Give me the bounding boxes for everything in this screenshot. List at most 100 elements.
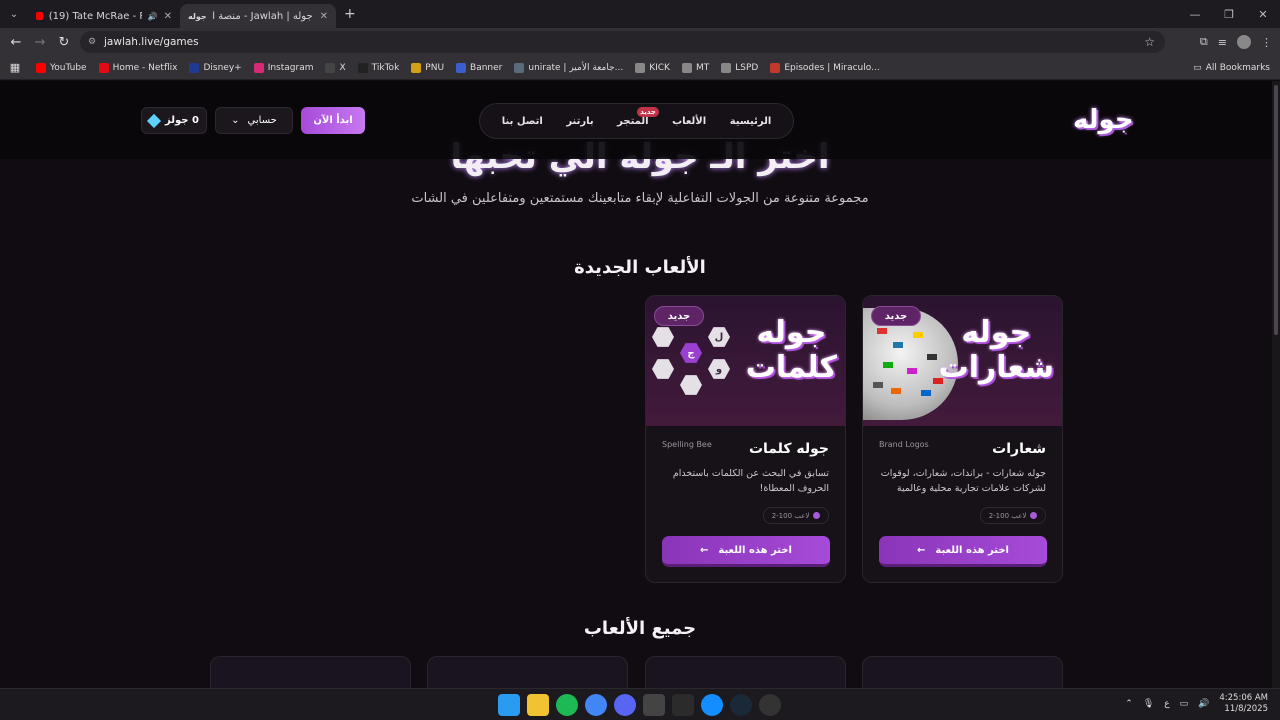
bookmark-item[interactable]: MT <box>676 62 715 73</box>
url-text: jawlah.live/games <box>104 36 199 48</box>
game-card-preview[interactable] <box>427 656 628 688</box>
page-content: جوله الرئيسية الألعاب جديد المتجر بارتنر… <box>0 81 1280 688</box>
minimize-icon[interactable]: — <box>1178 8 1212 21</box>
nav-store-label: المتجر <box>617 115 649 127</box>
coins-balance[interactable]: 0 جولز <box>141 107 207 134</box>
extensions-icon[interactable]: ⧉ <box>1200 35 1208 49</box>
xbox-icon[interactable] <box>643 694 665 716</box>
tab-search-icon[interactable]: ⌄ <box>0 9 28 20</box>
microphone-icon[interactable]: 🎙 <box>1143 699 1154 709</box>
forward-icon[interactable]: → <box>28 35 52 50</box>
start-icon[interactable] <box>498 694 520 716</box>
steam-icon[interactable] <box>730 694 752 716</box>
game-card-words[interactable]: ل ج و ة جوله كلمات جديد جوله كلمات Spell… <box>645 295 846 583</box>
clock[interactable]: 4:25:06 AM 11/8/2025 <box>1219 693 1268 715</box>
arrow-icon: ← <box>917 544 926 556</box>
bookmark-item[interactable]: X <box>319 62 351 73</box>
menu-icon[interactable]: ⋮ <box>1261 36 1272 49</box>
thumb-title: جوله شعارات <box>938 315 1054 385</box>
close-window-icon[interactable]: ✕ <box>1246 8 1280 21</box>
clock-time: 4:25:06 AM <box>1219 693 1268 703</box>
tab-youtube[interactable]: (19) Tate McRae - Purple La 🔊 ✕ <box>28 4 180 28</box>
maximize-icon[interactable]: ❐ <box>1212 8 1246 21</box>
nav-partner[interactable]: بارتنر <box>566 116 593 127</box>
choose-game-button[interactable]: اختر هذه اللعبة ← <box>879 536 1047 567</box>
bookmark-favicon-icon <box>635 62 646 73</box>
game-card-preview[interactable] <box>210 656 411 688</box>
new-games-title: الألعاب الجديدة <box>574 257 706 278</box>
bookmark-item[interactable]: unirate | جامعة الأمير... <box>508 62 629 73</box>
bookmark-item[interactable]: KICK <box>629 62 676 73</box>
bookmark-item[interactable]: Banner <box>450 62 508 73</box>
bookmark-item[interactable]: PNU <box>405 62 450 73</box>
bookmark-favicon-icon <box>253 62 264 73</box>
bookmark-item[interactable]: Instagram <box>248 62 320 73</box>
language-indicator[interactable]: ع <box>1164 699 1169 709</box>
audio-icon[interactable]: 🔊 <box>148 12 158 21</box>
apps-icon[interactable]: ▦ <box>0 61 30 74</box>
gem-icon <box>146 113 162 128</box>
chrome-icon[interactable] <box>585 694 607 716</box>
choose-label: اختر هذه اللعبة <box>935 544 1009 556</box>
bookmark-item[interactable]: LSPD <box>715 62 764 73</box>
coins-label: 0 جولز <box>165 115 199 126</box>
volume-icon[interactable]: 🔊 <box>1198 699 1209 709</box>
taskbar-apps <box>498 694 781 716</box>
new-badge: جديد <box>637 106 659 117</box>
bookmarks-bar: ▦ YouTube Home - Netflix Disney+ Instagram X… <box>0 56 1280 80</box>
bookmark-favicon-icon <box>514 62 525 73</box>
letter-tile: ل <box>708 327 730 347</box>
bookmark-favicon-icon <box>189 62 200 73</box>
start-now-button[interactable]: ابدأ الآن <box>301 107 365 134</box>
nav-store[interactable]: جديد المتجر <box>617 106 659 127</box>
thumb-title-line2: شعارات <box>938 349 1054 385</box>
choose-game-button[interactable]: اختر هذه اللعبة ← <box>662 536 830 567</box>
game-card-preview[interactable] <box>862 656 1063 688</box>
thumb-title-line1: جوله <box>756 315 827 350</box>
all-bookmarks[interactable]: ▭ All Bookmarks <box>1193 56 1270 80</box>
toolbar: ← → ↻ ⚙ jawlah.live/games ☆ ⧉ ≡ ⋮ <box>0 28 1280 56</box>
thumb-title-line1: جوله <box>961 315 1032 350</box>
new-tag: جديد <box>871 306 921 326</box>
bookmark-item[interactable]: TikTok <box>352 62 406 73</box>
bookmark-item[interactable]: Disney+ <box>183 62 247 73</box>
close-icon[interactable]: ✕ <box>320 11 328 22</box>
windows-taskbar: ⌃ 🎙 ع ▭ 🔊 4:25:06 AM 11/8/2025 <box>0 688 1280 720</box>
nav-games[interactable]: الألعاب <box>672 116 706 127</box>
bookmark-favicon-icon <box>357 62 368 73</box>
nav-home[interactable]: الرئيسية <box>730 116 772 127</box>
choose-label: اختر هذه اللعبة <box>718 544 792 556</box>
game-name: شعارات <box>992 441 1046 457</box>
site-info-icon[interactable]: ⚙ <box>88 37 96 47</box>
obs-icon[interactable] <box>759 694 781 716</box>
bookmark-item[interactable]: YouTube <box>30 62 93 73</box>
account-label: حسابي <box>247 115 277 126</box>
center-letter-tile: ج <box>680 343 702 363</box>
address-bar[interactable]: ⚙ jawlah.live/games ☆ <box>80 31 1165 53</box>
game-card-preview[interactable] <box>645 656 846 688</box>
nav-contact[interactable]: اتصل بنا <box>502 116 543 127</box>
arrow-icon: ← <box>700 544 709 556</box>
scrollbar-thumb[interactable] <box>1274 85 1278 335</box>
site-logo[interactable]: جوله <box>1073 105 1135 135</box>
bookmark-item[interactable]: Episodes | Miraculo... <box>764 62 885 73</box>
account-button[interactable]: ⌄ حسابي <box>215 107 293 134</box>
discord-icon[interactable] <box>614 694 636 716</box>
back-icon[interactable]: ← <box>4 35 28 50</box>
epic-games-icon[interactable] <box>672 694 694 716</box>
network-icon[interactable]: ▭ <box>1180 699 1189 709</box>
bookmark-star-icon[interactable]: ☆ <box>1144 35 1155 49</box>
battlenet-icon[interactable] <box>701 694 723 716</box>
media-icon[interactable]: ≡ <box>1218 36 1227 49</box>
spotify-icon[interactable] <box>556 694 578 716</box>
reload-icon[interactable]: ↻ <box>52 35 76 50</box>
chevron-up-icon[interactable]: ⌃ <box>1125 699 1133 709</box>
game-name: جوله كلمات <box>748 441 829 457</box>
file-explorer-icon[interactable] <box>527 694 549 716</box>
new-tab-icon[interactable]: + <box>344 6 356 22</box>
game-card-logos[interactable]: جوله شعارات جديد شعارات Brand Logos جوله… <box>862 295 1063 583</box>
close-icon[interactable]: ✕ <box>164 11 172 22</box>
bookmark-item[interactable]: Home - Netflix <box>93 62 184 73</box>
tab-jawlah[interactable]: جوله جوله | Jawlah - منصة الألعاب الت ✕ <box>180 4 336 28</box>
avatar[interactable] <box>1237 35 1251 49</box>
